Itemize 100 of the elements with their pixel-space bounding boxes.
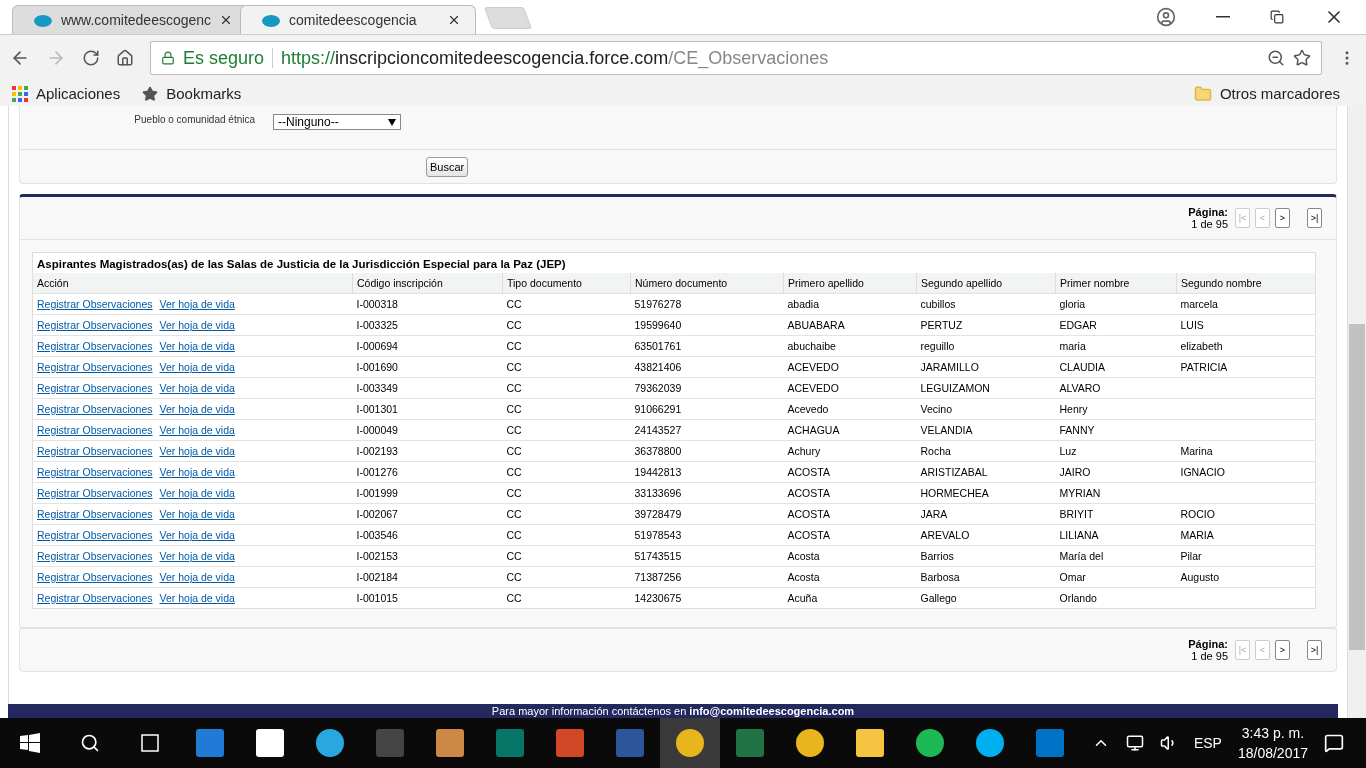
table-link[interactable]: Registrar Observaciones	[37, 508, 153, 520]
table-cell: PATRICIA	[1176, 356, 1316, 378]
table-cell: I-002184	[352, 566, 503, 588]
table-cell: HORMECHEA	[916, 482, 1056, 504]
bookmark-link[interactable]: Bookmarks	[166, 85, 242, 102]
table-cell: 43821406	[630, 356, 784, 378]
app-icon	[676, 729, 704, 757]
pagination-button[interactable]: >|	[1307, 640, 1322, 660]
table-link[interactable]: Ver hoja de vida	[159, 571, 235, 583]
table-cell: Gallego	[916, 587, 1056, 609]
browser-tab[interactable]: comitedeescogencia	[240, 5, 476, 34]
table-cell: Acosta	[783, 545, 917, 567]
pagination-button[interactable]: >	[1275, 208, 1290, 228]
table-link[interactable]: Registrar Observaciones	[37, 466, 153, 478]
column-header: Número documento	[630, 273, 784, 294]
table-cell: CC	[502, 419, 631, 441]
app-icon	[196, 729, 224, 757]
clock-time[interactable]: 3:43 p. m.	[1241, 723, 1305, 743]
bookmark-link[interactable]: Otros marcadores	[1219, 85, 1340, 102]
table-cell: I-001690	[352, 356, 503, 378]
table-cell: MYRIAN	[1055, 482, 1177, 504]
search-button[interactable]: Buscar	[426, 156, 469, 177]
table-title: Aspirantes Magistrados(as) de las Salas de Justicia de la Jurisdicción Especial para la Paz (JEP)	[32, 252, 1316, 273]
table-cell: 36378800	[630, 440, 784, 462]
table-cell: PERTUZ	[916, 314, 1056, 336]
table-link[interactable]: Registrar Observaciones	[37, 298, 153, 310]
language-indicator[interactable]: ESP	[1193, 735, 1222, 751]
table-link[interactable]: Ver hoja de vida	[159, 403, 235, 415]
folder-icon	[1193, 84, 1212, 103]
table-cell: Vecino	[916, 398, 1056, 420]
table-link[interactable]: Registrar Observaciones	[37, 592, 153, 604]
pagination-button[interactable]: >	[1275, 640, 1290, 660]
table-link[interactable]: Registrar Observaciones	[37, 424, 153, 436]
table-cell: CC	[502, 503, 631, 525]
zoom-icon	[1267, 49, 1285, 67]
table-link[interactable]: Ver hoja de vida	[159, 424, 235, 436]
table-cell: I-001301	[352, 398, 503, 420]
table-cell: Orlando	[1055, 587, 1177, 609]
table-link[interactable]: Ver hoja de vida	[159, 508, 235, 520]
table-cell: I-003325	[352, 314, 503, 336]
pagination-button[interactable]: >|	[1307, 208, 1322, 228]
table-link[interactable]: Ver hoja de vida	[159, 382, 235, 394]
table-cell: CC	[502, 377, 631, 399]
table-cell: gloria	[1055, 293, 1177, 315]
reload-icon[interactable]	[82, 49, 100, 67]
clock-date[interactable]: 18/08/2017	[1237, 743, 1308, 763]
taskbar-app[interactable]	[660, 718, 720, 768]
table-cell: JARAMILLO	[916, 356, 1056, 378]
table-cell: I-003546	[352, 524, 503, 546]
column-header: Código inscripción	[352, 273, 503, 294]
table-cell: I-000318	[352, 293, 503, 315]
table-link[interactable]: Registrar Observaciones	[37, 403, 153, 415]
table-cell: Marina	[1176, 440, 1316, 462]
table-cell: CC	[502, 482, 631, 504]
app-icon	[916, 729, 944, 757]
scrollbar[interactable]	[1348, 106, 1366, 718]
table-cell: 19442813	[630, 461, 784, 483]
table-cell: CC	[502, 587, 631, 609]
table-link[interactable]: Registrar Observaciones	[37, 382, 153, 394]
network-icon	[1125, 734, 1144, 752]
app-icon	[976, 729, 1004, 757]
table-link[interactable]: Ver hoja de vida	[159, 340, 235, 352]
table-cell: I-001276	[352, 461, 503, 483]
table-cell: VELANDIA	[916, 419, 1056, 441]
table-link[interactable]: Ver hoja de vida	[159, 592, 235, 604]
dropdown[interactable]: --Ninguno--	[273, 114, 401, 130]
app-icon	[316, 729, 344, 757]
app-icon	[256, 729, 284, 757]
table-link[interactable]: Ver hoja de vida	[159, 487, 235, 499]
table-link[interactable]: Registrar Observaciones	[37, 571, 153, 583]
bookmark-link[interactable]: Aplicaciones	[36, 85, 121, 102]
table-link[interactable]: Registrar Observaciones	[37, 550, 153, 562]
table-link[interactable]: Registrar Observaciones	[37, 319, 153, 331]
table-link[interactable]: Ver hoja de vida	[159, 529, 235, 541]
table-cell: Augusto	[1176, 566, 1316, 588]
table-cell: reguillo	[916, 335, 1056, 357]
table-link[interactable]: Registrar Observaciones	[37, 340, 153, 352]
star-icon	[1293, 49, 1311, 67]
table-link[interactable]: Ver hoja de vida	[159, 466, 235, 478]
table-cell: maria	[1055, 335, 1177, 357]
table-link[interactable]: Ver hoja de vida	[159, 298, 235, 310]
table-link[interactable]: Registrar Observaciones	[37, 361, 153, 373]
table-cell: Henry	[1055, 398, 1177, 420]
home-icon[interactable]	[116, 49, 134, 67]
app-icon	[736, 729, 764, 757]
address-bar[interactable]: Es seguro https://inscripcioncomitedeescogencia.force.com/CE_Observaciones	[150, 41, 1322, 75]
table-cell: CC	[502, 545, 631, 567]
table-link[interactable]: Ver hoja de vida	[159, 361, 235, 373]
table-link[interactable]: Registrar Observaciones	[37, 487, 153, 499]
table-cell: I-001015	[352, 587, 503, 609]
table-link[interactable]: Ver hoja de vida	[159, 445, 235, 457]
table-cell: 51978543	[630, 524, 784, 546]
table-link[interactable]: Registrar Observaciones	[37, 445, 153, 457]
table-link[interactable]: Ver hoja de vida	[159, 319, 235, 331]
app-icon	[376, 729, 404, 757]
table-link[interactable]: Registrar Observaciones	[37, 529, 153, 541]
table-cell: 79362039	[630, 377, 784, 399]
table-link[interactable]: Ver hoja de vida	[159, 550, 235, 562]
app-icon	[856, 729, 884, 757]
pagination-label: Página:	[1188, 206, 1228, 218]
